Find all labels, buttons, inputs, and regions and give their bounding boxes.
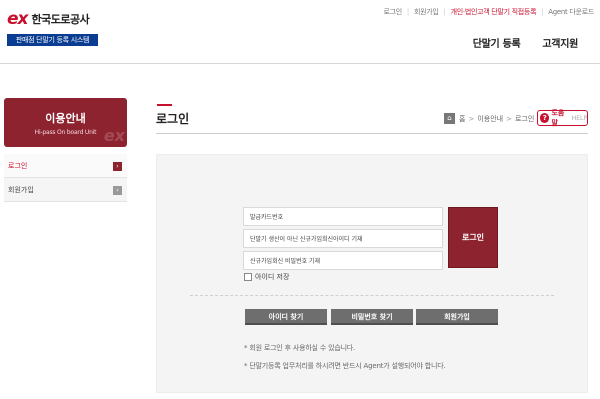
question-icon: ? <box>540 113 550 123</box>
divider: | <box>443 8 446 16</box>
help-button[interactable]: ? 도움말 HELP <box>537 109 588 127</box>
top-link-login[interactable]: 로그인 <box>384 7 403 17</box>
logo-name: 한국도로공사 <box>31 13 90 26</box>
nav-customer-support[interactable]: 고객지원 <box>542 35 578 50</box>
agent-note: * 단말기등록 업무처리를 하시려면 반드시 Agent가 설행되어야 합니다. <box>244 362 446 370</box>
help-sublabel: HELP <box>571 114 587 122</box>
title-divider <box>156 133 588 134</box>
sidebar-header: 이용안내 Hi-pass On board Unit ex <box>4 98 127 147</box>
chevron-right-icon: › <box>113 162 122 171</box>
breadcrumb-separator: > <box>468 114 475 123</box>
breadcrumb-separator: > <box>506 114 512 123</box>
login-panel <box>156 154 588 393</box>
sidebar-title: 이용안내 <box>45 112 86 125</box>
divider: | <box>406 8 409 16</box>
password-input[interactable] <box>243 251 443 270</box>
find-id-button[interactable]: 아이디 찾기 <box>245 309 327 325</box>
top-nav: 로그인 | 회원가입 | 개인·법인고객 단말기 직접등록 | Agent 다운… <box>384 7 595 17</box>
top-link-direct-register[interactable]: 개인·법인고객 단말기 직접등록 <box>451 7 537 17</box>
breadcrumb: ⌂ 홈 > 이용안내 > 로그인 <box>444 113 534 124</box>
logo-ex-mark: ex <box>7 9 28 29</box>
home-icon[interactable]: ⌂ <box>444 113 455 124</box>
breadcrumb-current: 로그인 <box>514 114 535 123</box>
nav-device-register[interactable]: 단말기 등록 <box>473 35 521 50</box>
main-nav: 단말기 등록 고객지원 <box>473 35 579 50</box>
sidebar-item-login[interactable]: 로그인 › <box>4 154 127 178</box>
dashed-divider <box>190 295 554 296</box>
save-id-checkbox[interactable] <box>244 273 252 281</box>
title-accent <box>157 104 172 106</box>
find-password-button[interactable]: 비밀번호 찾기 <box>331 309 413 325</box>
login-note: * 회원 로그인 후 사용하실 수 있습니다. <box>244 344 356 352</box>
sidebar-watermark: ex <box>103 126 125 145</box>
system-badge: 판매점 단말기 등록 시스템 <box>7 34 98 46</box>
logo[interactable]: ex 한국도로공사 판매점 단말기 등록 시스템 <box>7 9 122 49</box>
top-link-agent-download[interactable]: Agent 다운로드 <box>548 7 594 17</box>
login-button[interactable]: 로그인 <box>448 207 498 268</box>
sidebar-item-label: 회원가입 <box>8 186 34 194</box>
breadcrumb-guide[interactable]: 이용안내 <box>477 114 503 124</box>
card-number-input[interactable] <box>243 207 443 226</box>
breadcrumb-home[interactable]: 홈 <box>459 114 465 124</box>
divider: | <box>541 8 544 16</box>
help-label: 도움말 <box>551 109 565 127</box>
sidebar-item-join[interactable]: 회원가입 › <box>4 178 127 202</box>
top-link-join[interactable]: 회원가입 <box>414 7 439 17</box>
sidebar-item-label: 로그인 <box>8 162 28 170</box>
save-id-row[interactable]: 아이디 저장 <box>244 272 289 282</box>
sidebar-menu: 로그인 › 회원가입 › <box>4 154 127 202</box>
join-button[interactable]: 회원가입 <box>416 309 498 325</box>
save-id-label: 아이디 저장 <box>255 273 290 281</box>
user-id-input[interactable] <box>243 229 443 248</box>
header-divider <box>0 63 600 64</box>
page-title: 로그인 <box>156 112 190 126</box>
chevron-right-icon: › <box>113 186 122 195</box>
